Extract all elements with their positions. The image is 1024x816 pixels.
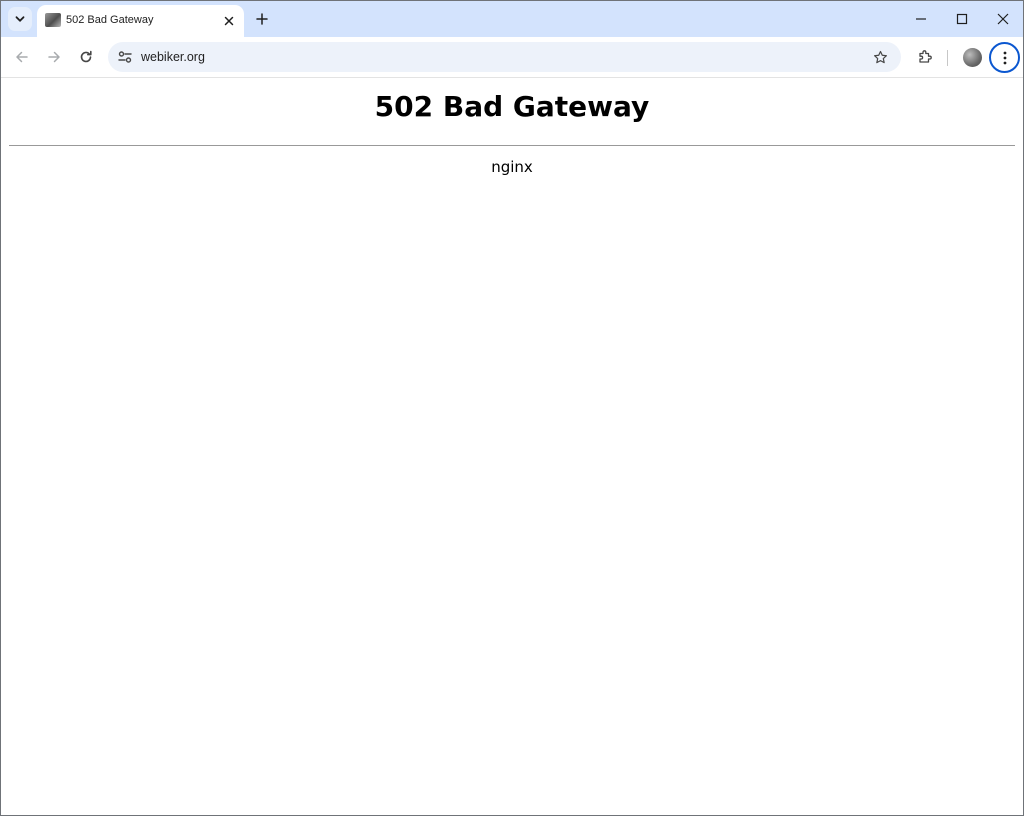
forward-button[interactable] [42, 45, 66, 69]
reload-button[interactable] [74, 45, 98, 69]
toolbar-separator [947, 50, 948, 66]
minimize-icon [916, 18, 926, 20]
tune-icon [118, 51, 132, 63]
site-info-button[interactable] [114, 46, 136, 68]
arrow-left-icon [16, 51, 28, 63]
url-text[interactable]: webiker.org [141, 50, 205, 64]
back-button[interactable] [10, 45, 34, 69]
close-window-button[interactable] [990, 7, 1016, 31]
browser-menu-button[interactable] [989, 42, 1020, 73]
minimize-button[interactable] [908, 7, 934, 31]
tab-active[interactable]: 502 Bad Gateway [37, 5, 244, 37]
site-favicon-icon [45, 13, 61, 27]
tab-close-button[interactable] [221, 13, 237, 29]
close-icon [997, 13, 1009, 25]
puzzle-icon [919, 50, 932, 63]
maximize-button[interactable] [949, 7, 975, 31]
page-content: 502 Bad Gateway nginx [1, 79, 1023, 815]
extensions-button[interactable] [913, 45, 937, 69]
divider [9, 145, 1015, 146]
star-icon [873, 50, 887, 63]
new-tab-button[interactable] [251, 8, 273, 30]
page-title: 502 Bad Gateway [374, 90, 650, 123]
chevron-down-icon [14, 13, 26, 25]
profile-avatar[interactable] [963, 48, 982, 67]
tab-title: 502 Bad Gateway [66, 14, 154, 26]
close-icon [224, 16, 234, 26]
kebab-menu-icon [1003, 51, 1006, 64]
tab-search-button[interactable] [8, 7, 32, 31]
tab-strip: 502 Bad Gateway [1, 1, 1023, 37]
browser-toolbar: webiker.org [1, 37, 1023, 78]
maximize-icon [956, 13, 968, 25]
server-name: nginx [491, 158, 533, 176]
browser-window: 502 Bad Gateway webiker.org 502 Bad Gate… [0, 0, 1024, 816]
bookmark-button[interactable] [869, 46, 891, 68]
plus-icon [256, 13, 268, 25]
arrow-right-icon [48, 51, 60, 63]
address-bar[interactable]: webiker.org [108, 42, 901, 72]
reload-icon [80, 50, 92, 63]
